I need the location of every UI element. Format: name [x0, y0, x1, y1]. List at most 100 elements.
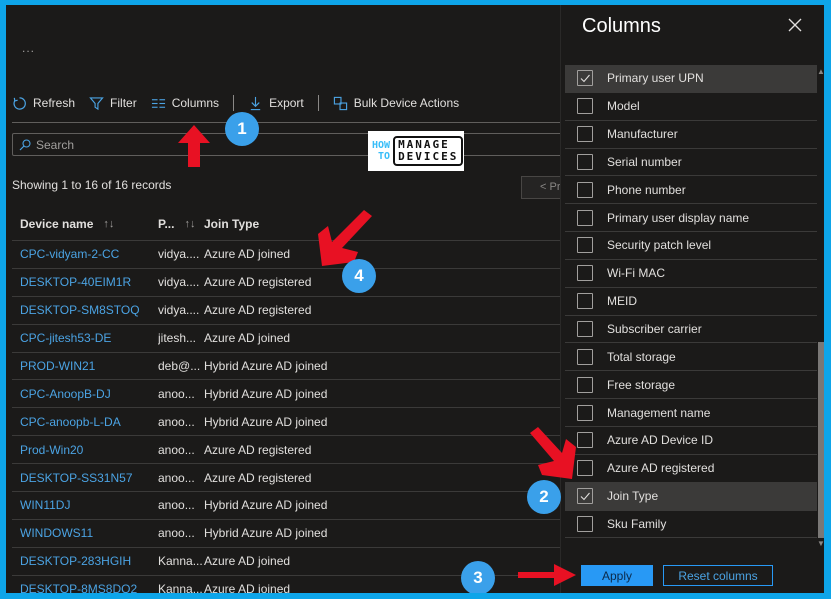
refresh-button[interactable]: Refresh	[12, 96, 75, 111]
column-option[interactable]: Primary user UPN	[565, 65, 817, 93]
apply-button[interactable]: Apply	[581, 565, 653, 586]
checkbox[interactable]	[577, 98, 593, 115]
column-option-label: Phone number	[607, 182, 686, 197]
column-option[interactable]: Serial number	[565, 149, 817, 177]
scroll-up-arrow[interactable]: ▲	[817, 67, 824, 76]
column-option[interactable]: Azure AD registered	[565, 455, 817, 483]
table-row[interactable]: WIN11DJ anoo... Hybrid Azure AD joined	[12, 492, 566, 520]
sort-icon[interactable]: ↑↓	[103, 218, 114, 230]
logo-how-to: HOW TO	[372, 140, 391, 162]
device-link[interactable]: CPC-vidyam-2-CC	[20, 247, 119, 261]
column-option[interactable]: Free storage	[565, 371, 817, 400]
column-option[interactable]: Sku Family	[565, 511, 817, 539]
device-link[interactable]: WIN11DJ	[20, 498, 70, 512]
join-type-cell: Azure AD registered	[204, 303, 312, 318]
checkbox[interactable]	[577, 293, 593, 310]
column-option-label: Azure AD registered	[607, 461, 715, 476]
join-type-cell: Hybrid Azure AD joined	[204, 526, 328, 541]
column-option-label: Wi-Fi MAC	[607, 266, 665, 281]
column-option[interactable]: MEID	[565, 288, 817, 316]
checkmark-icon	[580, 492, 590, 501]
column-option-label: Join Type	[607, 489, 659, 504]
columns-icon	[151, 98, 165, 108]
table-row[interactable]: Prod-Win20 anoo... Azure AD registered	[12, 436, 566, 465]
column-option-label: Primary user display name	[607, 210, 750, 225]
toolbar-divider	[317, 95, 319, 111]
device-link[interactable]: CPC-anoopb-L-DA	[20, 415, 121, 429]
checkbox[interactable]	[577, 348, 593, 365]
checkbox[interactable]	[577, 181, 593, 198]
checkbox[interactable]	[577, 70, 593, 87]
checkbox[interactable]	[577, 404, 593, 421]
device-link[interactable]: DESKTOP-SM8STOQ	[20, 303, 140, 317]
device-link[interactable]: DESKTOP-40EIM1R	[20, 275, 131, 289]
device-link[interactable]: PROD-WIN21	[20, 359, 95, 373]
table-row[interactable]: DESKTOP-40EIM1R vidya.... Azure AD registe…	[12, 269, 566, 297]
more-options-button[interactable]: ...	[22, 41, 35, 55]
columns-button[interactable]: Columns	[151, 96, 219, 111]
checkbox[interactable]	[577, 460, 593, 477]
table-row[interactable]: PROD-WIN21 deb@... Hybrid Azure AD joined	[12, 353, 566, 381]
table-row[interactable]: CPC-vidyam-2-CC vidya.... Azure AD joined	[12, 241, 566, 269]
table-body: CPC-vidyam-2-CC vidya.... Azure AD joined D…	[12, 241, 566, 593]
columns-panel: Columns Primary user UPN Model Manufacture…	[560, 5, 824, 593]
table-row[interactable]: DESKTOP-SS31N57 anoo... Azure AD registere…	[12, 464, 566, 493]
refresh-icon	[13, 96, 26, 110]
device-name-cell: CPC-anoopb-L-DA	[12, 415, 158, 429]
checkbox[interactable]	[577, 153, 593, 170]
export-button[interactable]: Export	[248, 96, 304, 111]
checkbox[interactable]	[577, 126, 593, 143]
column-option[interactable]: Model	[565, 93, 817, 121]
checkbox[interactable]	[577, 237, 593, 254]
scrollbar-thumb[interactable]	[818, 342, 824, 538]
column-option[interactable]: Wi-Fi MAC	[565, 260, 817, 288]
checkbox[interactable]	[577, 488, 593, 505]
header-device-name[interactable]: Device name ↑↓	[12, 217, 158, 231]
header-primary-user[interactable]: P... ↑↓	[158, 217, 204, 231]
filter-button[interactable]: Filter	[89, 96, 137, 111]
column-option[interactable]: Join Type	[565, 482, 817, 511]
scroll-down-arrow[interactable]: ▼	[817, 539, 824, 548]
device-link[interactable]: CPC-jitesh53-DE	[20, 331, 111, 345]
device-name-cell: DESKTOP-8MS8DQ2	[12, 582, 158, 593]
table-row[interactable]: CPC-anoopb-L-DA anoo... Hybrid Azure AD jo…	[12, 408, 566, 437]
annotation-badge-2: 2	[527, 480, 561, 514]
device-link[interactable]: CPC-AnoopB-DJ	[20, 387, 111, 401]
filter-label: Filter	[110, 96, 137, 110]
column-option[interactable]: Subscriber carrier	[565, 316, 817, 344]
device-link[interactable]: Prod-Win20	[20, 443, 83, 457]
device-link[interactable]: DESKTOP-8MS8DQ2	[20, 582, 137, 593]
column-option[interactable]: Manufacturer	[565, 121, 817, 149]
column-option[interactable]: Primary user display name	[565, 204, 817, 233]
reset-columns-button[interactable]: Reset columns	[663, 565, 773, 586]
close-icon[interactable]	[787, 17, 803, 33]
checkbox[interactable]	[577, 376, 593, 393]
device-link[interactable]: WINDOWS11	[20, 526, 93, 540]
checkbox[interactable]	[577, 209, 593, 226]
checkbox[interactable]	[577, 515, 593, 532]
checkbox[interactable]	[577, 265, 593, 282]
header-join-type[interactable]: Join Type	[204, 217, 566, 231]
device-link[interactable]: DESKTOP-SS31N57	[20, 471, 133, 485]
primary-user-cell: anoo...	[158, 414, 195, 429]
checkbox[interactable]	[577, 321, 593, 338]
search-box[interactable]	[12, 133, 572, 156]
join-type-cell: Azure AD registered	[204, 442, 312, 457]
device-link[interactable]: DESKTOP-283HGIH	[20, 554, 131, 568]
table-row[interactable]: CPC-AnoopB-DJ anoo... Hybrid Azure AD join…	[12, 380, 566, 409]
checkbox[interactable]	[577, 432, 593, 449]
bulk-device-actions-button[interactable]: Bulk Device Actions	[333, 96, 459, 111]
column-option[interactable]: Phone number	[565, 176, 817, 205]
column-option-label: Subscriber carrier	[607, 322, 702, 337]
table-row[interactable]: CPC-jitesh53-DE jitesh... Azure AD joined	[12, 325, 566, 353]
table-row[interactable]: DESKTOP-SM8STOQ vidya.... Azure AD registe…	[12, 297, 566, 325]
sort-icon[interactable]: ↑↓	[184, 218, 195, 230]
device-name-cell: DESKTOP-40EIM1R	[12, 275, 158, 289]
app-frame: ... Refresh Filter Columns Export Bulk D…	[6, 5, 824, 593]
column-option[interactable]: Azure AD Device ID	[565, 427, 817, 455]
join-type-cell: Azure AD joined	[204, 247, 291, 262]
column-option[interactable]: Security patch level	[565, 232, 817, 260]
column-option[interactable]: Management name	[565, 399, 817, 427]
column-option[interactable]: Total storage	[565, 343, 817, 372]
table-row[interactable]: WINDOWS11 anoo... Hybrid Azure AD joined	[12, 520, 566, 548]
